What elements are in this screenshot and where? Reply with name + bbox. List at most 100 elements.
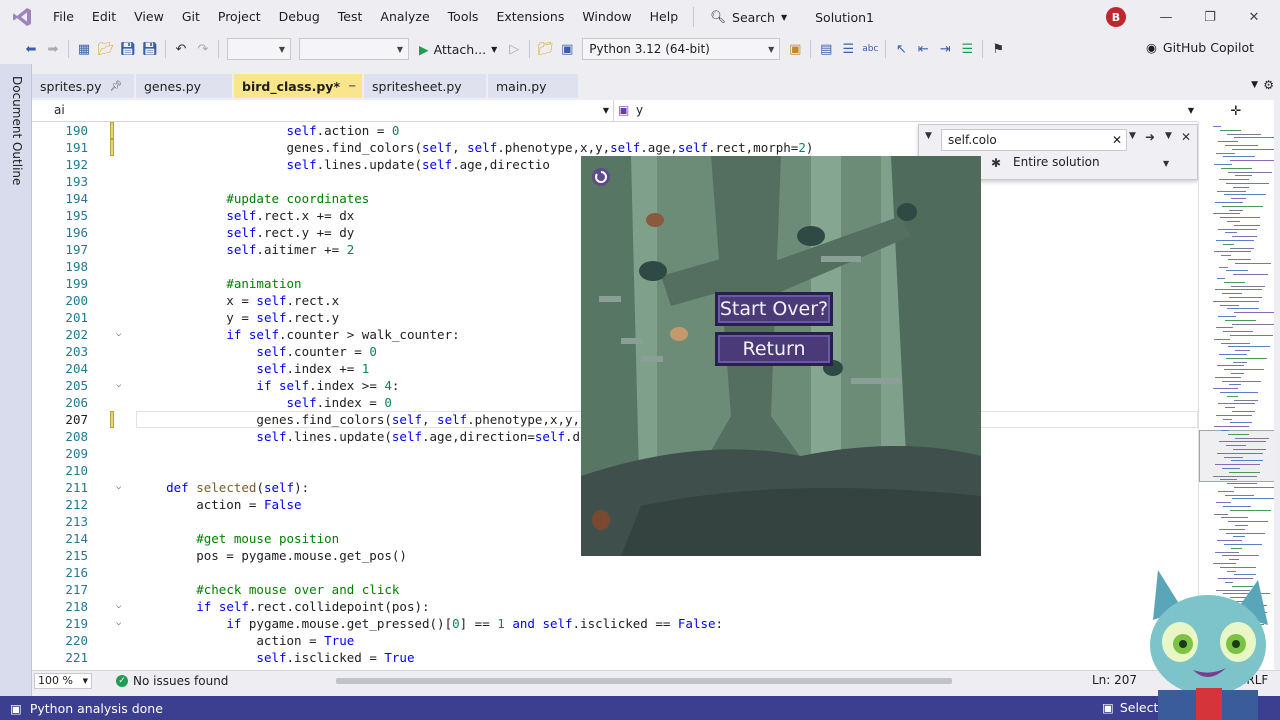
code-line[interactable]: 220 action = True [32, 632, 1198, 649]
tab-sprites-py[interactable]: sprites.py 📌︎ [32, 74, 134, 98]
bookmark-icon[interactable]: ⚑ [987, 38, 1009, 60]
menu-extensions[interactable]: Extensions [487, 0, 573, 34]
menu-tools[interactable]: Tools [439, 0, 488, 34]
restore-button[interactable]: ❐ [1190, 0, 1230, 34]
return-button[interactable]: Return [715, 332, 833, 366]
tab-overflow-icon[interactable]: ▼ [1251, 80, 1258, 90]
pin-icon[interactable]: 📌︎ [109, 81, 122, 92]
save-all-icon[interactable]: 💾︎ [139, 38, 161, 60]
menu-edit[interactable]: Edit [83, 0, 125, 34]
line-number: 193 [65, 174, 88, 189]
tab-bird-class-py[interactable]: bird_class.py*−✕ [234, 74, 374, 98]
minimap-line [1215, 464, 1260, 466]
clear-search-icon[interactable]: ✕ [1112, 130, 1122, 150]
find-scope-dropdown[interactable]: Entire solution [1013, 155, 1100, 169]
redo-icon[interactable]: ↷ [192, 38, 214, 60]
fold-chevron-icon[interactable]: ⌵ [116, 615, 121, 632]
close-find-icon[interactable]: ✕ [1181, 130, 1191, 144]
menu-file[interactable]: File [44, 0, 83, 34]
zoom-dropdown[interactable]: 100 % ▼ [34, 672, 92, 689]
fold-chevron-icon[interactable]: ⌵ [116, 377, 121, 394]
minimap-line [1219, 266, 1228, 268]
outdent-icon[interactable]: ⇤ [912, 38, 934, 60]
find-next-icon[interactable]: ➜ [1145, 130, 1155, 144]
pin-tab-icon[interactable]: − [348, 81, 356, 92]
attach-button[interactable]: ▶ Attach... ▼ [413, 42, 503, 57]
visual-studio-window: File Edit View Git Project Debug Test Analyze To… [0, 0, 1280, 720]
menu-git[interactable]: Git [173, 0, 209, 34]
scope-dropdown[interactable]: ai ▼ [32, 100, 614, 122]
minimap-line [1230, 422, 1252, 424]
line-number: 215 [65, 548, 88, 563]
menu-debug[interactable]: Debug [270, 0, 329, 34]
code-text: self.rect.x += dx [226, 208, 355, 223]
menu-help[interactable]: Help [641, 0, 688, 34]
expand-replace-icon[interactable]: ▼ [925, 131, 932, 141]
find-input[interactable]: self.colo ✕ [941, 129, 1127, 151]
cursor-icon[interactable]: ↖ [890, 38, 912, 60]
minimize-button[interactable]: — [1146, 0, 1186, 34]
tab-label: genes.py [144, 78, 202, 94]
configuration-combo[interactable]: ▼ [227, 38, 291, 60]
start-without-debug-icon[interactable]: ▷ [503, 38, 525, 60]
fold-chevron-icon[interactable]: ⌵ [116, 479, 121, 496]
minimap-line [1216, 327, 1233, 329]
menu-test[interactable]: Test [329, 0, 372, 34]
code-line[interactable]: 221 self.isclicked = True [32, 649, 1198, 666]
gear-icon[interactable]: ⚙︎ [1263, 78, 1274, 92]
window-layout-icon[interactable]: ▣ [556, 38, 578, 60]
undo-icon[interactable]: ↶ [170, 38, 192, 60]
menu-window[interactable]: Window [573, 0, 640, 34]
folder-icon[interactable]: 📁︎ [534, 38, 556, 60]
minimap-line [1228, 171, 1272, 173]
menu-view[interactable]: View [125, 0, 173, 34]
pygame-window[interactable]: Start Over? Return [581, 156, 981, 556]
line-number-indicator[interactable]: Ln: 207 [1092, 673, 1137, 687]
account-avatar[interactable]: B [1106, 7, 1126, 27]
new-project-icon[interactable]: ▦ [73, 38, 95, 60]
issues-indicator[interactable]: ✓ No issues found [116, 674, 228, 688]
search-box[interactable]: 🔍︎ Search ▼ [700, 9, 797, 25]
menu-analyze[interactable]: Analyze [371, 0, 438, 34]
indent-icon[interactable]: ⇥ [934, 38, 956, 60]
find-more-icon[interactable]: ▼ [1165, 131, 1172, 141]
fold-chevron-icon[interactable]: ⌵ [116, 598, 121, 615]
navigate-back-icon[interactable]: ⬅︎ [20, 38, 42, 60]
issues-text: No issues found [133, 673, 229, 688]
tab-genes-py[interactable]: genes.py [136, 74, 232, 98]
chevron-down-icon[interactable]: ▼ [1163, 159, 1169, 168]
split-editor-icon[interactable]: ✛ [1198, 100, 1274, 122]
start-over-button[interactable]: Start Over? [715, 292, 833, 326]
tab-spritesheet-py[interactable]: spritesheet.py [364, 74, 486, 98]
save-icon[interactable]: 💾︎ [117, 38, 139, 60]
platform-combo[interactable]: ▼ [299, 38, 409, 60]
visual-studio-logo-icon[interactable] [0, 0, 44, 34]
spell-check-icon[interactable]: abc [859, 38, 881, 60]
package-icon[interactable]: ▣ [784, 38, 806, 60]
python-environment-combo[interactable]: Python 3.12 (64-bit) ▼ [582, 38, 781, 60]
comment-icon[interactable]: ☰ [837, 38, 859, 60]
open-file-icon[interactable]: 📂︎ [95, 38, 117, 60]
find-options-icon[interactable]: ▼ [1129, 131, 1136, 141]
layout-icon[interactable]: ▤ [815, 38, 837, 60]
copilot-icon: ◉ [1146, 40, 1157, 55]
code-line[interactable]: 216 [32, 564, 1198, 581]
document-outline-tab[interactable]: Document Outline [10, 76, 24, 185]
line-number: 209 [65, 446, 88, 461]
scrollbar-thumb[interactable] [336, 678, 952, 684]
line-number: 208 [65, 429, 88, 444]
minimap-line [1219, 528, 1245, 530]
format-icon[interactable]: ☰ [956, 38, 978, 60]
menu-project[interactable]: Project [209, 0, 270, 34]
horizontal-scrollbar[interactable] [332, 677, 1092, 685]
code-line[interactable]: 219 ⌵ if pygame.mouse.get_pressed()[0] ==… [32, 615, 1198, 632]
code-line[interactable]: 217 #check mouse over and click [32, 581, 1198, 598]
member-dropdown[interactable]: ▣ y ▼ [614, 100, 1198, 122]
code-line[interactable]: 218 ⌵ if self.rect.collidepoint(pos): [32, 598, 1198, 615]
tab-main-py[interactable]: main.py [488, 74, 578, 98]
github-copilot-button[interactable]: ◉ GitHub Copilot [1146, 40, 1254, 55]
navigate-forward-icon[interactable]: ➡︎ [42, 38, 64, 60]
close-window-button[interactable]: ✕ [1234, 0, 1274, 34]
fold-chevron-icon[interactable]: ⌵ [116, 326, 121, 343]
minimap-line [1226, 445, 1246, 447]
